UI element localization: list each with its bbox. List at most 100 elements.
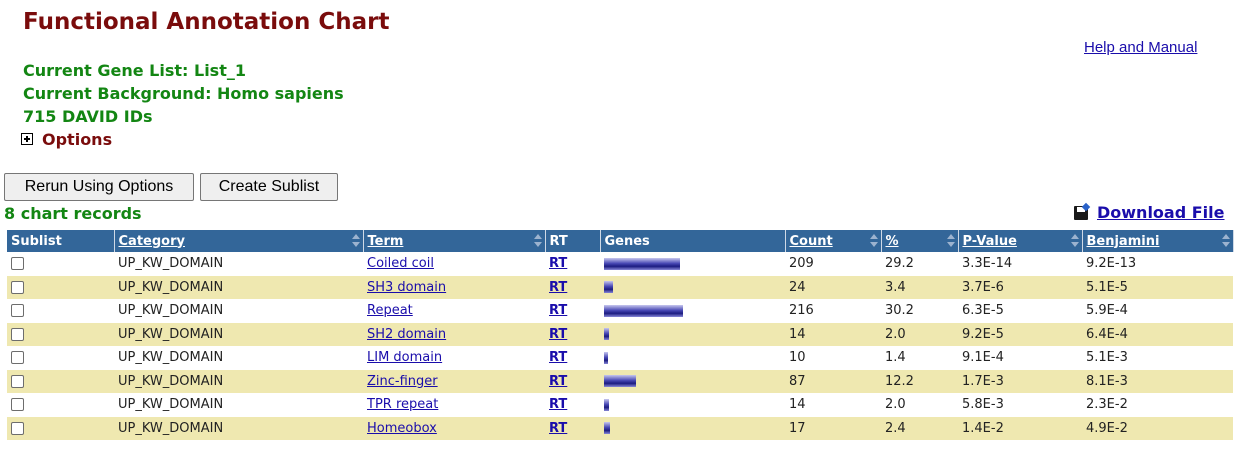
term-link[interactable]: TPR repeat (367, 397, 438, 412)
rt-cell: RT (545, 416, 600, 440)
rt-cell: RT (545, 275, 600, 299)
percent-cell: 2.0 (881, 322, 958, 346)
row-checkbox[interactable] (11, 327, 24, 341)
row-checkbox[interactable] (11, 374, 24, 388)
sublist-cell (7, 275, 114, 299)
genes-bar[interactable] (604, 328, 609, 341)
sublist-cell (7, 346, 114, 370)
save-disk-icon[interactable] (1074, 206, 1088, 220)
header-pvalue-label[interactable]: P-Value (963, 234, 1017, 249)
pvalue-cell: 9.2E-5 (958, 322, 1082, 346)
genes-bar[interactable] (604, 304, 683, 317)
rt-cell: RT (545, 322, 600, 346)
sort-arrows-icon[interactable] (869, 234, 878, 248)
header-benjamini-label[interactable]: Benjamini (1087, 234, 1160, 249)
header-benjamini[interactable]: Benjamini (1082, 230, 1234, 252)
expand-options-icon[interactable] (21, 133, 33, 145)
sublist-cell (7, 393, 114, 417)
term-cell: LIM domain (363, 346, 545, 370)
sort-arrows-icon[interactable] (1070, 234, 1079, 248)
sort-arrows-icon[interactable] (1221, 234, 1230, 248)
genes-bar[interactable] (604, 375, 636, 388)
term-cell: TPR repeat (363, 393, 545, 417)
header-category-label[interactable]: Category (119, 234, 185, 249)
header-count[interactable]: Count (785, 230, 882, 252)
percent-cell: 2.4 (881, 416, 958, 440)
category-cell: UP_KW_DOMAIN (114, 393, 363, 417)
table-row: UP_KW_DOMAIN Repeat RT 216 30.2 6.3E-5 5.9E-4 (7, 299, 1233, 323)
count-cell: 14 (785, 393, 881, 417)
header-count-label[interactable]: Count (790, 234, 833, 249)
create-sublist-button[interactable]: Create Sublist (200, 173, 338, 201)
rt-link[interactable]: RT (549, 421, 567, 436)
genes-bar[interactable] (604, 257, 680, 270)
benjamini-cell: 5.9E-4 (1082, 299, 1233, 323)
benjamini-cell: 5.1E-3 (1082, 346, 1233, 370)
header-term-label[interactable]: Term (368, 234, 404, 249)
header-category[interactable]: Category (114, 230, 364, 252)
term-cell: Coiled coil (363, 252, 545, 276)
options-toggle[interactable]: Options (42, 130, 112, 149)
genes-cell (600, 275, 785, 299)
rt-link[interactable]: RT (549, 280, 567, 295)
header-term[interactable]: Term (363, 230, 546, 252)
table-row: UP_KW_DOMAIN Homeobox RT 17 2.4 1.4E-2 4.9E-2 (7, 416, 1233, 440)
term-link[interactable]: LIM domain (367, 350, 442, 365)
percent-cell: 3.4 (881, 275, 958, 299)
david-ids-label: 715 DAVID IDs (23, 107, 153, 126)
rt-link[interactable]: RT (549, 256, 567, 271)
pvalue-cell: 1.4E-2 (958, 416, 1082, 440)
table-row: UP_KW_DOMAIN LIM domain RT 10 1.4 9.1E-4 5.1E-… (7, 346, 1233, 370)
rt-link[interactable]: RT (549, 397, 567, 412)
record-count: 8 chart records (4, 204, 142, 223)
header-pvalue[interactable]: P-Value (958, 230, 1083, 252)
pvalue-cell: 3.7E-6 (958, 275, 1082, 299)
table-row: UP_KW_DOMAIN TPR repeat RT 14 2.0 5.8E-3 2.3E-… (7, 393, 1233, 417)
rt-link[interactable]: RT (549, 303, 567, 318)
term-link[interactable]: SH3 domain (367, 280, 446, 295)
table-row: UP_KW_DOMAIN SH3 domain RT 24 3.4 3.7E-6 5.1E-… (7, 275, 1233, 299)
genes-bar[interactable] (604, 398, 609, 411)
sort-arrows-icon[interactable] (351, 234, 360, 248)
rt-cell: RT (545, 299, 600, 323)
header-percent-label[interactable]: % (886, 234, 899, 249)
row-checkbox[interactable] (11, 421, 24, 435)
term-link[interactable]: SH2 domain (367, 327, 446, 342)
rerun-button[interactable]: Rerun Using Options (4, 173, 194, 201)
genes-bar[interactable] (604, 422, 610, 435)
row-checkbox[interactable] (11, 398, 24, 412)
pvalue-cell: 9.1E-4 (958, 346, 1082, 370)
genes-bar[interactable] (604, 281, 613, 294)
genes-bar[interactable] (604, 351, 608, 364)
table-header-row: Sublist Category Term RT Genes Count % P… (7, 230, 1234, 252)
rt-link[interactable]: RT (549, 327, 567, 342)
row-checkbox[interactable] (11, 304, 24, 318)
header-sublist: Sublist (7, 230, 115, 252)
rt-link[interactable]: RT (549, 374, 567, 389)
term-link[interactable]: Zinc-finger (367, 374, 438, 389)
term-link[interactable]: Coiled coil (367, 256, 434, 271)
row-checkbox[interactable] (11, 280, 24, 294)
download-file-link[interactable]: Download File (1097, 203, 1225, 222)
benjamini-cell: 2.3E-2 (1082, 393, 1233, 417)
term-link[interactable]: Homeobox (367, 421, 437, 436)
row-checkbox[interactable] (11, 351, 24, 365)
header-genes: Genes (600, 230, 786, 252)
sort-arrows-icon[interactable] (946, 234, 955, 248)
count-cell: 17 (785, 416, 881, 440)
genes-cell (600, 299, 785, 323)
term-link[interactable]: Repeat (367, 303, 413, 318)
count-cell: 209 (785, 252, 881, 276)
count-cell: 10 (785, 346, 881, 370)
header-percent[interactable]: % (881, 230, 959, 252)
percent-cell: 2.0 (881, 393, 958, 417)
term-cell: Zinc-finger (363, 369, 545, 393)
rt-link[interactable]: RT (549, 350, 567, 365)
benjamini-cell: 6.4E-4 (1082, 322, 1233, 346)
sort-arrows-icon[interactable] (533, 234, 542, 248)
benjamini-cell: 9.2E-13 (1082, 252, 1233, 276)
pvalue-cell: 5.8E-3 (958, 393, 1082, 417)
help-link[interactable]: Help and Manual (1084, 39, 1197, 56)
row-checkbox[interactable] (11, 257, 24, 271)
benjamini-cell: 8.1E-3 (1082, 369, 1233, 393)
